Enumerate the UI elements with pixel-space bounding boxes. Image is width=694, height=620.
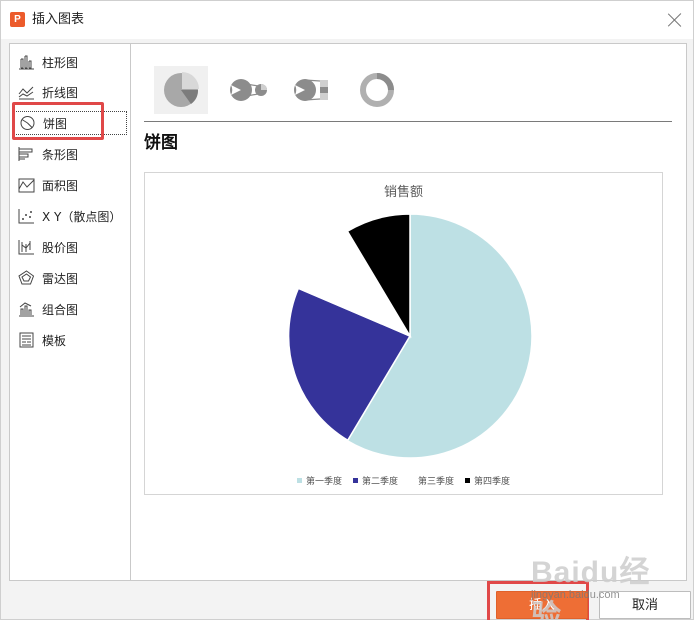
area-chart-icon	[18, 178, 35, 193]
cancel-button[interactable]: 取消	[599, 591, 691, 619]
radar-chart-icon	[18, 270, 35, 285]
sidebar-item-label: 股价图	[42, 240, 79, 255]
pie-chart	[287, 213, 533, 459]
legend-label: 第三季度	[418, 477, 455, 487]
chart-type-list: 柱形图 折线图 饼图 条形图 面积图 X Y（散点图） 股价图 雷达图 组合图 …	[10, 44, 131, 580]
sidebar-item-label: 条形图	[42, 147, 79, 162]
chart-options-panel: 饼图 销售额 第一季度 第二季度 第三季度 第四季度	[132, 44, 686, 580]
bar-of-pie-icon	[294, 79, 328, 101]
legend-label: 第二季度	[361, 477, 398, 487]
column-chart-icon	[19, 55, 34, 70]
legend-swatch	[465, 478, 471, 483]
sidebar-item-label: 面积图	[42, 178, 79, 193]
legend-item: 第三季度	[409, 474, 454, 487]
sidebar-item-label: 折线图	[42, 85, 79, 100]
app-logo-icon: P	[10, 12, 25, 27]
template-icon	[19, 332, 34, 348]
legend-swatch	[296, 478, 302, 483]
chart-preview: 销售额 第一季度 第二季度 第三季度 第四季度	[144, 172, 663, 495]
dialog-content: 柱形图 折线图 饼图 条形图 面积图 X Y（散点图） 股价图 雷达图 组合图 …	[9, 43, 687, 581]
sidebar-item-scatter[interactable]: X Y（散点图）	[13, 204, 127, 228]
sidebar-item-area[interactable]: 面积图	[13, 173, 127, 197]
bar-chart-icon	[18, 147, 33, 161]
sidebar-item-label: 柱形图	[42, 55, 79, 70]
pie-subtype-icon	[164, 72, 199, 107]
chart-legend: 第一季度 第二季度 第三季度 第四季度	[145, 474, 662, 487]
sidebar-item-bar[interactable]: 条形图	[13, 142, 127, 166]
sidebar-item-template[interactable]: 模板	[13, 328, 127, 352]
sidebar-item-label: 模板	[42, 333, 67, 348]
sidebar-item-line[interactable]: 折线图	[13, 80, 127, 104]
legend-label: 第一季度	[305, 477, 342, 487]
combo-chart-icon	[19, 302, 34, 317]
sidebar-item-column[interactable]: 柱形图	[13, 50, 127, 74]
legend-swatch	[352, 478, 358, 483]
line-chart-icon	[18, 86, 34, 100]
doughnut-icon	[360, 73, 394, 107]
sidebar-item-label: 雷达图	[42, 271, 79, 286]
dialog-title: 插入图表	[32, 12, 85, 27]
legend-item: 第二季度	[352, 474, 398, 487]
dialog-footer: 插入 取消	[1, 581, 693, 620]
legend-item: 第四季度	[465, 474, 510, 487]
sidebar-item-stock[interactable]: 股价图	[13, 235, 127, 259]
annotation-highlight	[12, 102, 104, 140]
insert-button[interactable]: 插入	[496, 591, 588, 619]
scatter-chart-icon	[18, 209, 34, 224]
sidebar-item-label: X Y（散点图）	[42, 209, 122, 224]
sidebar-item-combo[interactable]: 组合图	[13, 297, 127, 321]
sidebar-item-radar[interactable]: 雷达图	[13, 266, 127, 290]
section-title: 饼图	[144, 133, 178, 153]
legend-item: 第一季度	[296, 474, 342, 487]
insert-chart-dialog: P 插入图表 柱形图 折线图 饼图 条形图 面积图 X Y（散点图） 股价图 雷…	[0, 0, 694, 620]
subtype-doughnut[interactable]	[350, 66, 404, 114]
divider	[144, 121, 672, 122]
subtype-pie-of-pie[interactable]	[220, 66, 274, 114]
stock-chart-icon	[18, 240, 34, 255]
pie-of-pie-icon	[230, 79, 267, 101]
legend-swatch	[409, 478, 414, 483]
title-bar: P 插入图表	[1, 1, 693, 39]
sidebar-item-label: 组合图	[42, 302, 79, 317]
subtype-pie[interactable]	[154, 66, 208, 114]
subtype-bar-of-pie[interactable]	[284, 66, 338, 114]
close-icon[interactable]	[666, 11, 684, 29]
legend-label: 第四季度	[474, 477, 511, 487]
